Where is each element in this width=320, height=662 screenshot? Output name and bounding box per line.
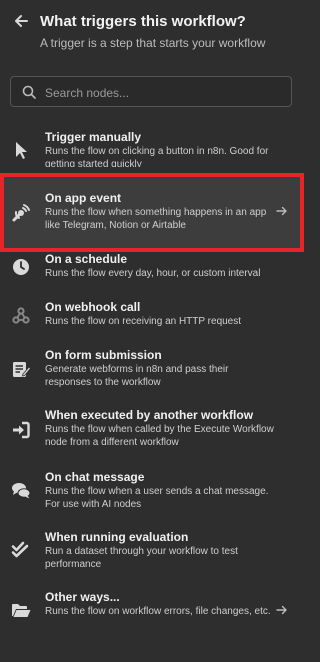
trigger-option-description: Generate webforms in n8n and pass their … [45, 364, 229, 388]
back-arrow-icon[interactable] [12, 12, 30, 30]
trigger-option-other[interactable]: Other ways... Runs the flow on workflow … [0, 584, 304, 644]
trigger-option-name: On app event [45, 191, 122, 205]
trigger-option-name: When running evaluation [45, 530, 189, 544]
trigger-option-description: Runs the flow on clicking a button in n8… [45, 146, 269, 167]
check-double-icon [11, 541, 29, 558]
trigger-option-name: On webhook call [45, 300, 141, 314]
trigger-option-name: On a schedule [45, 252, 128, 266]
trigger-option-description: Runs the flow on workflow errors, file c… [45, 606, 271, 617]
webhook-icon [12, 307, 30, 324]
app-event-icon [12, 204, 30, 222]
trigger-option-description: Runs the flow when called by the Execute… [45, 424, 274, 448]
sign-in-icon [13, 421, 30, 439]
panel-header: What triggers this workflow? A trigger i… [0, 0, 304, 70]
trigger-option-subworkflow[interactable]: When executed by another workflow Runs t… [0, 406, 304, 464]
trigger-option-chat[interactable]: On chat message Runs the flow when a use… [0, 464, 304, 524]
chat-icon [12, 483, 31, 499]
arrow-right-icon [276, 206, 287, 216]
page-title: What triggers this workflow? [40, 13, 246, 30]
trigger-option-description: Runs the flow every day, hour, or custom… [45, 268, 261, 279]
trigger-option-schedule[interactable]: On a schedule Runs the flow every day, h… [0, 252, 304, 292]
trigger-option-description: Runs the flow when something happens in … [45, 207, 267, 231]
search-box[interactable] [10, 76, 292, 107]
pointer-icon [16, 142, 27, 159]
search-input[interactable] [43, 83, 287, 103]
trigger-option-app-event[interactable]: On app event Runs the flow when somethin… [0, 173, 304, 252]
clock-icon [13, 259, 29, 275]
trigger-option-description: Runs the flow on receiving an HTTP reque… [45, 316, 242, 327]
trigger-option-name: When executed by another workflow [45, 408, 254, 422]
trigger-option-evaluation[interactable]: When running evaluation Run a dataset th… [0, 524, 304, 584]
trigger-option-name: On chat message [45, 470, 145, 484]
page-subtitle: A trigger is a step that starts your wor… [40, 36, 266, 50]
trigger-option-form[interactable]: On form submission Generate webforms in … [0, 342, 304, 406]
trigger-option-manual[interactable]: Trigger manually Runs the flow on clicki… [0, 119, 304, 167]
form-icon [13, 362, 31, 377]
trigger-option-name: Other ways... [45, 590, 120, 604]
trigger-option-description: Run a dataset through your workflow to t… [45, 546, 238, 570]
search-icon [22, 85, 36, 99]
trigger-option-name: On form submission [45, 348, 162, 362]
folder-open-icon [12, 604, 31, 617]
trigger-option-webhook[interactable]: On webhook call Runs the flow on receivi… [0, 292, 304, 342]
trigger-option-name: Trigger manually [45, 130, 142, 144]
trigger-option-description: Runs the flow when a user sends a chat m… [45, 486, 269, 510]
arrow-right-icon [276, 605, 287, 615]
